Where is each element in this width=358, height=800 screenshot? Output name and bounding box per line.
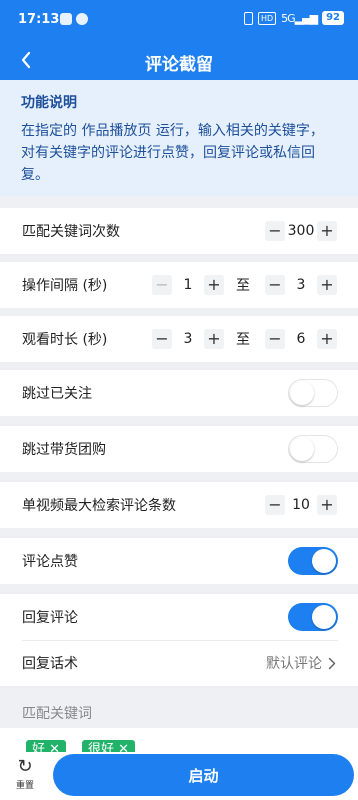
- interval-max-minus-button[interactable]: −: [265, 275, 285, 295]
- skip-group-buy-toggle[interactable]: [288, 435, 338, 463]
- app-notification-icon: [60, 13, 72, 25]
- battery-icon: 92: [322, 11, 344, 25]
- reply-script-label: 回复话术: [22, 656, 78, 672]
- reset-label: 重置: [15, 781, 34, 791]
- max-comments-stepper: − 10 +: [265, 495, 337, 515]
- watch-time-row: 观看时长 (秒) − 3 + 至 − 6 +: [0, 316, 358, 362]
- info-box: 功能说明 在指定的 作品播放页 运行，输入相关的关键字，对有关键字的评论进行点赞…: [0, 80, 358, 196]
- interval-min-stepper: − 1 +: [152, 275, 224, 295]
- interval-min-minus-button[interactable]: −: [152, 275, 172, 295]
- watch-time-max-stepper: − 6 +: [265, 329, 337, 349]
- max-comments-value[interactable]: 10: [285, 497, 317, 513]
- status-bar: 17:13 HD 5G▂▄▆ 92: [0, 0, 358, 40]
- interval-min-plus-button[interactable]: +: [204, 275, 224, 295]
- toggle-knob: [312, 605, 336, 629]
- bottom-bar: ↻ 重置 启动: [0, 752, 358, 800]
- status-right-icons: HD 5G▂▄▆ 92: [243, 11, 344, 25]
- keyword-tag[interactable]: 很好 ✕: [82, 740, 136, 752]
- match-count-plus-button[interactable]: +: [317, 221, 337, 241]
- watch-time-min-stepper: − 3 +: [152, 329, 224, 349]
- reply-comment-label: 回复评论: [22, 610, 78, 626]
- match-count-label: 匹配关键词次数: [22, 224, 120, 240]
- nav-bar: 评论截留: [0, 40, 358, 80]
- interval-to-text: 至: [236, 278, 250, 294]
- watch-time-min-plus-button[interactable]: +: [204, 329, 224, 349]
- watch-time-min-minus-button[interactable]: −: [152, 329, 172, 349]
- watch-time-max-value[interactable]: 6: [285, 331, 317, 347]
- cloud-notification-icon: [76, 13, 88, 25]
- reply-comment-toggle[interactable]: [288, 603, 338, 631]
- start-button[interactable]: 启动: [53, 754, 354, 796]
- toggle-knob: [290, 437, 314, 461]
- interval-min-value[interactable]: 1: [172, 277, 204, 293]
- status-time: 17:13: [18, 12, 60, 27]
- interval-row: 操作间隔 (秒) − 1 + 至 − 3 +: [0, 262, 358, 308]
- max-comments-label: 单视频最大检索评论条数: [22, 498, 176, 514]
- toggle-knob: [312, 549, 336, 573]
- max-comments-minus-button[interactable]: −: [265, 495, 285, 515]
- watch-time-max-plus-button[interactable]: +: [317, 329, 337, 349]
- skip-followed-row: 跳过已关注: [0, 370, 358, 416]
- match-count-row: 匹配关键词次数 − 300 +: [0, 208, 358, 254]
- settings-content: 功能说明 在指定的 作品播放页 运行，输入相关的关键字，对有关键字的评论进行点赞…: [0, 80, 358, 800]
- chevron-right-icon: [328, 657, 336, 669]
- reply-script-value: 默认评论: [266, 656, 322, 672]
- hd-icon: HD: [257, 11, 277, 25]
- watch-time-to-text: 至: [236, 332, 250, 348]
- interval-max-value[interactable]: 3: [285, 277, 317, 293]
- tag-remove-icon[interactable]: ✕: [49, 742, 60, 752]
- like-comment-toggle[interactable]: [288, 547, 338, 575]
- keyword-tag[interactable]: 好 ✕: [26, 740, 67, 752]
- vibrate-icon: [243, 11, 253, 25]
- watch-time-max-minus-button[interactable]: −: [265, 329, 285, 349]
- max-comments-plus-button[interactable]: +: [317, 495, 337, 515]
- keyword-tags: 好 ✕ 很好 ✕: [0, 728, 358, 752]
- info-title: 功能说明: [21, 95, 77, 111]
- signal-icon: 5G▂▄▆: [281, 11, 318, 25]
- reset-button[interactable]: ↻ 重置: [10, 756, 40, 791]
- reply-group: 回复评论 回复话术 默认评论: [0, 594, 358, 686]
- match-count-minus-button[interactable]: −: [265, 221, 285, 241]
- reply-script-selector[interactable]: 默认评论: [266, 653, 336, 673]
- like-comment-label: 评论点赞: [22, 554, 78, 570]
- skip-followed-toggle[interactable]: [288, 379, 338, 407]
- refresh-icon: ↻: [17, 756, 33, 777]
- interval-max-stepper: − 3 +: [265, 275, 337, 295]
- keywords-section-label: 匹配关键词: [22, 706, 92, 722]
- page-title: 评论截留: [145, 55, 213, 75]
- watch-time-min-value[interactable]: 3: [172, 331, 204, 347]
- interval-label: 操作间隔 (秒): [22, 278, 108, 294]
- watch-time-label: 观看时长 (秒): [22, 332, 108, 348]
- tag-remove-icon[interactable]: ✕: [118, 742, 129, 752]
- like-comment-row: 评论点赞: [0, 538, 358, 584]
- interval-max-plus-button[interactable]: +: [317, 275, 337, 295]
- skip-group-buy-row: 跳过带货团购: [0, 426, 358, 472]
- skip-followed-label: 跳过已关注: [22, 386, 92, 402]
- reply-comment-row: 回复评论: [0, 594, 358, 640]
- match-count-value[interactable]: 300: [285, 223, 317, 239]
- info-text: 在指定的 作品播放页 运行，输入相关的关键字，对有关键字的评论进行点赞，回复评论…: [21, 123, 324, 183]
- toggle-knob: [290, 381, 314, 405]
- max-comments-row: 单视频最大检索评论条数 − 10 +: [0, 482, 358, 528]
- skip-group-buy-label: 跳过带货团购: [22, 442, 106, 458]
- status-notification-icons: [60, 13, 88, 25]
- match-count-stepper: − 300 +: [265, 221, 337, 241]
- reply-script-row[interactable]: 回复话术 默认评论: [0, 641, 358, 685]
